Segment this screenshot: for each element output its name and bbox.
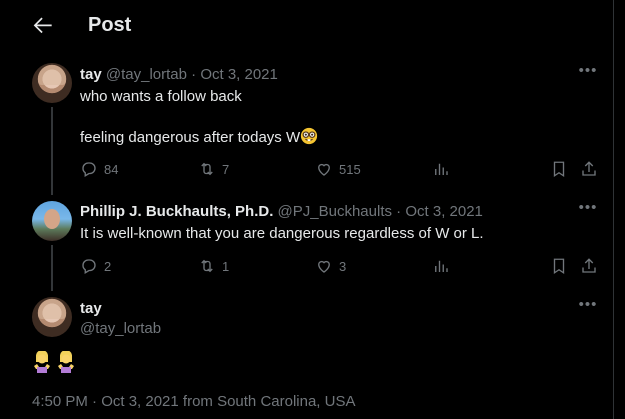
more-icon[interactable]: ••• <box>578 297 598 316</box>
reply-icon <box>82 162 96 177</box>
like-count: 515 <box>339 161 361 177</box>
reply-count: 2 <box>104 258 112 274</box>
tweet-date[interactable]: Oct 3, 2021 <box>405 203 483 220</box>
more-icon[interactable]: ••• <box>578 200 598 219</box>
bookmark-icon <box>553 258 565 275</box>
thread-line <box>51 245 53 291</box>
back-arrow-icon[interactable] <box>30 12 56 38</box>
share-icon <box>582 161 596 176</box>
avatar[interactable] <box>32 201 72 241</box>
main-handle: @tay_lortab <box>80 320 161 337</box>
thread-line <box>51 107 53 195</box>
share-button[interactable] <box>580 256 598 276</box>
user-handle[interactable]: @tay_lortab <box>80 320 161 337</box>
share-icon <box>582 258 596 273</box>
repost-button[interactable]: 1 <box>198 256 229 276</box>
tweet-actions: 2 1 3 <box>80 256 600 276</box>
repost-icon <box>201 162 213 176</box>
like-button[interactable]: 515 <box>315 159 361 179</box>
like-button[interactable]: 3 <box>315 256 346 276</box>
nerd-face-emoji <box>301 127 318 145</box>
user-handle[interactable]: @tay_lortab <box>106 66 187 83</box>
tweet-text-line2: feeling dangerous after todays W <box>80 127 318 146</box>
display-name[interactable]: Phillip J. Buckhaults, Ph.D. <box>80 203 273 220</box>
views-icon <box>435 163 448 175</box>
heart-icon <box>318 260 330 273</box>
repost-count: 7 <box>222 161 230 177</box>
tweet-date[interactable]: Oct 3, 2021 <box>200 66 278 83</box>
display-name[interactable]: tay <box>80 300 102 317</box>
tweet-header: tay @tay_lortab · Oct 3, 2021 <box>80 66 278 83</box>
reply-count: 84 <box>104 161 119 177</box>
tweet-actions: 84 7 515 <box>80 159 600 179</box>
repost-count: 1 <box>222 258 230 274</box>
avatar[interactable] <box>32 297 72 337</box>
views-button[interactable] <box>432 256 450 276</box>
heart-icon <box>318 163 330 176</box>
post-timestamp[interactable]: 4:50 PM · Oct 3, 2021 from South Carolin… <box>32 393 355 410</box>
reply-button[interactable]: 2 <box>80 256 111 276</box>
header: Post <box>0 0 614 53</box>
tweet-text-content: feeling dangerous after todays W <box>80 129 301 146</box>
tweet-text: It is well-known that you are dangerous … <box>80 225 484 242</box>
separator: · <box>392 203 406 220</box>
avatar[interactable] <box>32 63 72 103</box>
main-display-name: tay <box>80 300 102 317</box>
display-name[interactable]: tay <box>80 66 102 83</box>
user-handle[interactable]: @PJ_Buckhaults <box>278 203 392 220</box>
tweet-header: Phillip J. Buckhaults, Ph.D. @PJ_Buckhau… <box>80 203 483 220</box>
reply-icon <box>82 259 96 274</box>
separator: · <box>186 66 201 83</box>
tweet-text: who wants a follow back <box>80 88 242 105</box>
share-button[interactable] <box>580 159 598 179</box>
views-button[interactable] <box>432 159 450 179</box>
bookmark-button[interactable] <box>550 159 568 179</box>
more-icon[interactable]: ••• <box>578 63 598 82</box>
repost-icon <box>201 259 213 273</box>
like-count: 3 <box>339 258 347 274</box>
woman-shrugging-emoji <box>34 351 50 373</box>
views-icon <box>435 260 448 272</box>
bookmark-icon <box>553 161 565 178</box>
post-column: Post tay @tay_lortab · Oct 3, 2021 ••• w… <box>0 0 614 419</box>
reply-button[interactable]: 84 <box>80 159 118 179</box>
bookmark-button[interactable] <box>550 256 568 276</box>
repost-button[interactable]: 7 <box>198 159 229 179</box>
woman-shrugging-emoji <box>58 351 74 373</box>
page-title: Post <box>88 14 132 36</box>
